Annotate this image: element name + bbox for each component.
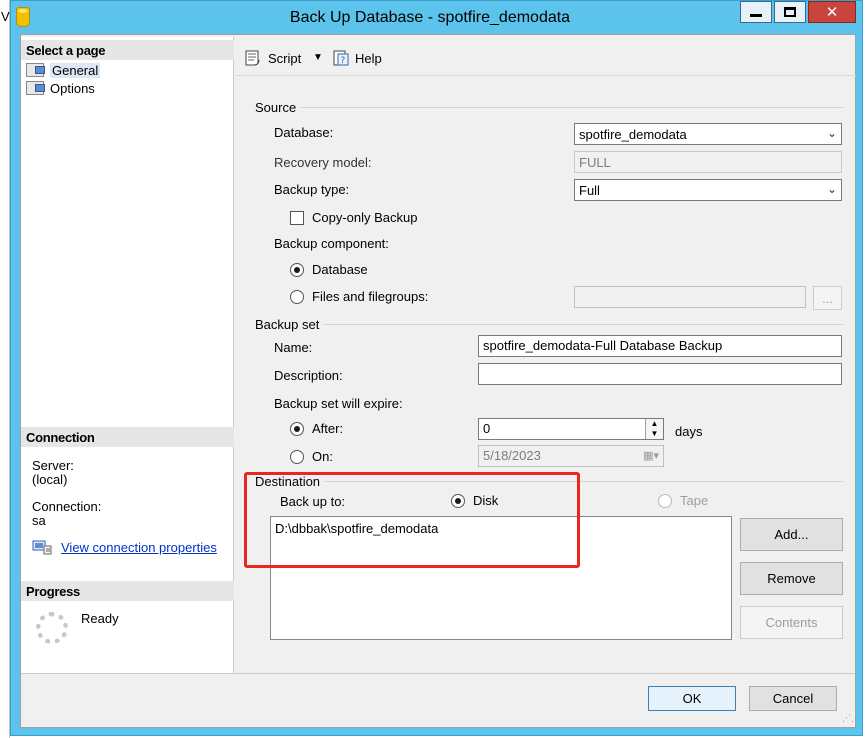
backup-name-input[interactable]: spotfire_demodata-Full Database Backup [478, 335, 842, 357]
page-item-label: Options [50, 80, 95, 96]
maximize-icon [784, 7, 796, 17]
connection-label: Connection: [32, 499, 102, 514]
radio-unselected-icon [290, 449, 304, 464]
connection-properties-icon [32, 539, 52, 555]
destination-list[interactable]: D:\dbbak\spotfire_demodata [270, 516, 732, 640]
destination-disk-radio[interactable]: Disk [451, 493, 498, 508]
server-value: (local) [32, 472, 68, 487]
destination-group-line [255, 481, 843, 482]
close-icon: ✕ [825, 4, 839, 21]
calendar-icon: ▦▾ [643, 450, 659, 462]
database-label: Database: [274, 125, 334, 140]
tape-label: Tape [680, 493, 709, 508]
checkbox-box [290, 210, 304, 225]
radio-selected-icon [290, 262, 304, 277]
progress-status: Ready [81, 611, 119, 626]
component-database-radio[interactable]: Database [290, 262, 368, 277]
options-page-icon [26, 81, 45, 95]
close-button[interactable]: ✕ [808, 1, 856, 23]
recovery-model-field: FULL [574, 151, 842, 173]
component-files-radio[interactable]: Files and filegroups: [290, 289, 428, 304]
connection-value: sa [32, 513, 46, 528]
script-dropdown-arrow-icon[interactable]: ▼ [313, 52, 323, 63]
chevron-down-icon: ⌄ [826, 126, 837, 140]
page-item-general[interactable]: General [26, 61, 101, 79]
progress-spinner-icon [36, 612, 68, 644]
database-app-icon [16, 7, 30, 27]
maximize-button[interactable] [774, 1, 806, 23]
copy-only-checkbox[interactable]: Copy-only Backup [290, 210, 418, 225]
background-window-edge: Vi [0, 0, 12, 738]
radio-unselected-icon [658, 493, 672, 508]
script-label: Script [268, 50, 302, 66]
after-days-stepper[interactable]: 0 ▲ ▼ [478, 418, 664, 440]
filegroups-browse-button: ... [813, 286, 842, 310]
backup-set-group-label: Backup set [255, 317, 324, 332]
resize-grip-icon[interactable]: ⋰⋰ [842, 714, 860, 728]
recovery-model-label: Recovery model: [274, 155, 372, 170]
days-label: days [675, 424, 703, 439]
progress-header: Progress [21, 581, 234, 601]
component-database-label: Database [312, 262, 368, 277]
add-button[interactable]: Add... [740, 518, 843, 551]
destination-tape-radio: Tape [658, 493, 708, 508]
connection-header: Connection [21, 427, 234, 447]
recovery-model-value: FULL [579, 155, 611, 170]
database-value: spotfire_demodata [579, 127, 687, 142]
help-icon: ? [332, 49, 350, 67]
list-item[interactable]: D:\dbbak\spotfire_demodata [275, 521, 727, 536]
backup-type-label: Backup type: [274, 182, 350, 197]
radio-selected-icon [451, 493, 465, 508]
left-pane [21, 37, 234, 673]
on-label: On: [312, 449, 333, 464]
ok-button[interactable]: OK [648, 686, 736, 711]
minimize-button[interactable] [740, 1, 772, 23]
disk-label: Disk [473, 493, 499, 508]
destination-group-label: Destination [255, 474, 325, 489]
expire-date-picker: 5/18/2023 ▦▾ [478, 445, 664, 467]
back-up-to-label: Back up to: [280, 494, 346, 509]
help-button[interactable]: ? Help [332, 47, 382, 69]
database-combo[interactable]: spotfire_demodata ⌄ [574, 123, 842, 145]
filegroups-field [574, 286, 806, 308]
component-files-label: Files and filegroups: [312, 289, 429, 304]
script-button[interactable]: Script [243, 47, 301, 69]
svg-text:?: ? [341, 56, 346, 66]
general-page-icon [26, 63, 45, 77]
expire-date-value: 5/18/2023 [483, 448, 541, 463]
radio-unselected-icon [290, 289, 304, 304]
after-label: After: [312, 421, 344, 436]
remove-button[interactable]: Remove [740, 562, 843, 595]
radio-selected-icon [290, 421, 304, 436]
stepper-arrows-icon[interactable]: ▲ ▼ [645, 419, 663, 439]
description-input[interactable] [478, 363, 842, 385]
name-label: Name: [274, 340, 313, 355]
backup-set-group-line [255, 324, 843, 325]
cancel-button[interactable]: Cancel [749, 686, 837, 711]
footer-separator [21, 673, 855, 674]
expire-label: Backup set will expire: [274, 396, 403, 411]
source-group-label: Source [255, 100, 301, 115]
backup-type-combo[interactable]: Full ⌄ [574, 179, 842, 201]
source-group-line [255, 107, 843, 108]
minimize-icon [750, 13, 762, 17]
help-label: Help [355, 50, 382, 66]
view-connection-properties-link[interactable]: View connection properties [61, 540, 217, 555]
page-item-options[interactable]: Options [26, 79, 95, 97]
toolbar-separator [236, 75, 856, 76]
copy-only-label: Copy-only Backup [312, 210, 418, 225]
select-page-header: Select a page [21, 40, 234, 60]
backup-component-label: Backup component: [274, 236, 389, 251]
expire-on-radio[interactable]: On: [290, 449, 333, 464]
contents-button: Contents [740, 606, 843, 639]
backup-type-value: Full [579, 183, 600, 198]
page-item-label: General [50, 62, 101, 78]
script-icon [243, 49, 263, 67]
expire-after-radio[interactable]: After: [290, 421, 343, 436]
after-days-value: 0 [483, 421, 491, 436]
chevron-down-icon: ⌄ [826, 182, 837, 196]
description-label: Description: [274, 368, 343, 383]
server-label: Server: [32, 458, 74, 473]
